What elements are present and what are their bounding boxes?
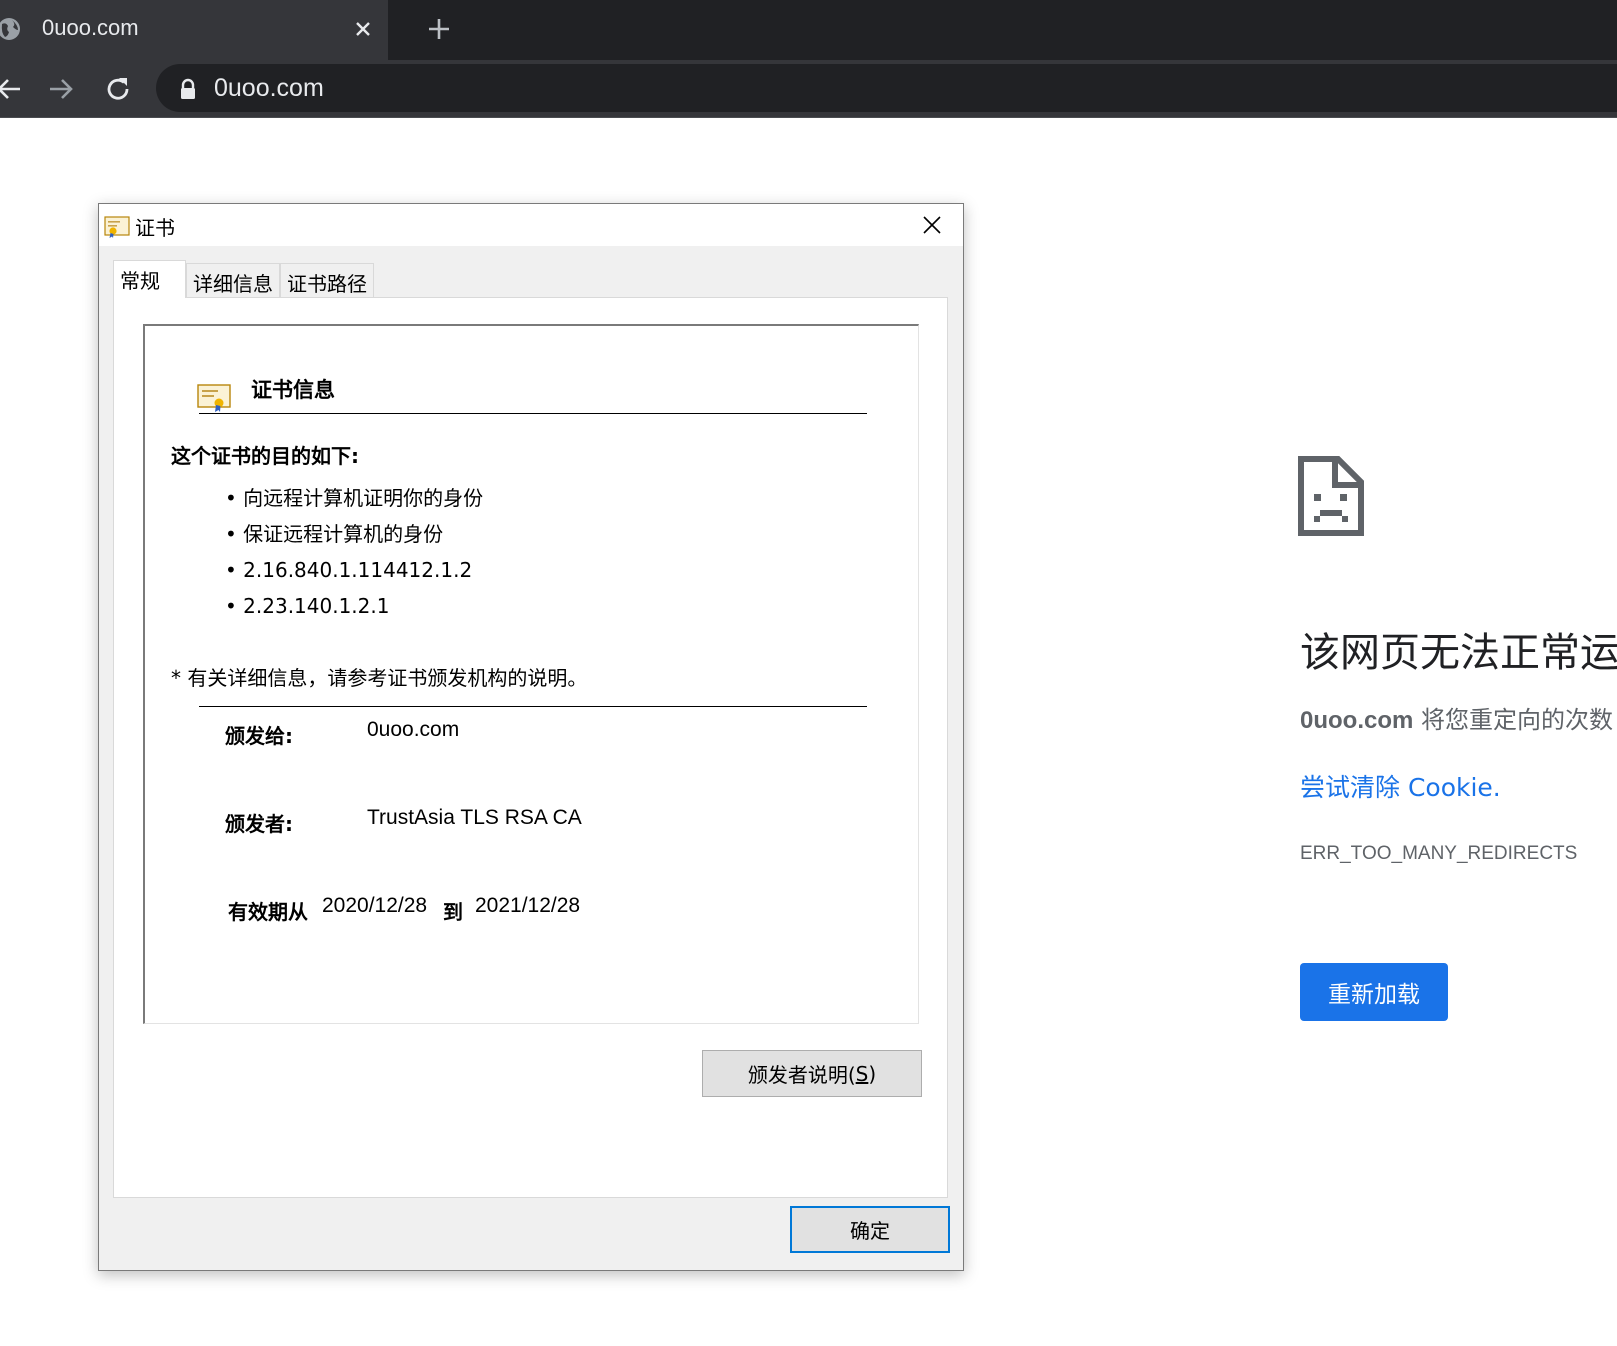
dialog-title: 证书 [135, 216, 175, 240]
issued-by-label: 颁发者: [225, 812, 293, 836]
issuer-statement-accesskey: S [855, 1061, 869, 1086]
issuer-statement-label-end: ) [868, 1061, 877, 1086]
close-icon[interactable] [350, 16, 376, 42]
arrow-left-icon[interactable] [0, 73, 26, 105]
divider [199, 706, 867, 707]
close-icon[interactable] [919, 212, 945, 238]
error-domain: 0uoo.com [1300, 707, 1414, 734]
error-subtitle-text: 将您重定向的次数 [1413, 706, 1613, 734]
tab-panel-general: 证书信息 这个证书的目的如下: 向远程计算机证明你的身份 保证远程计算机的身份 … [113, 297, 948, 1198]
purpose-label: 这个证书的目的如下: [171, 444, 359, 468]
dialog-titlebar[interactable]: 证书 [99, 204, 963, 246]
certificate-icon [104, 216, 130, 238]
tab-strip: 0uoo.com [0, 0, 1617, 60]
certificate-dialog: 证书 常规 详细信息 证书路径 证书信息 这个证书的目的如下: 向远程计算机证明… [98, 203, 964, 1271]
issued-to-value: 0uoo.com [367, 718, 460, 741]
tab-details[interactable]: 详细信息 [186, 263, 280, 297]
issued-to-label: 颁发给: [225, 724, 293, 748]
reload-icon[interactable] [102, 73, 134, 105]
browser-toolbar: 0uoo.com [0, 60, 1617, 118]
certificate-info-box: 证书信息 这个证书的目的如下: 向远程计算机证明你的身份 保证远程计算机的身份 … [143, 324, 919, 1024]
tab-cert-path[interactable]: 证书路径 [280, 263, 374, 297]
clear-cookies-link[interactable]: 尝试清除 Cookie. [1300, 768, 1501, 804]
valid-from-value: 2020/12/28 [322, 894, 428, 917]
plus-icon[interactable] [424, 14, 454, 44]
ok-button[interactable]: 确定 [790, 1206, 950, 1253]
issuer-note: * 有关详细信息，请参考证书颁发机构的说明。 [171, 666, 588, 690]
issuer-statement-label: 颁发者说明( [747, 1063, 856, 1087]
tab-general[interactable]: 常规 [113, 260, 186, 298]
arrow-right-icon[interactable] [44, 73, 76, 105]
lock-icon[interactable] [178, 78, 198, 100]
address-bar[interactable]: 0uoo.com [156, 64, 1617, 112]
info-heading: 证书信息 [251, 378, 335, 402]
purpose-list: 向远程计算机证明你的身份 保证远程计算机的身份 2.16.840.1.11441… [225, 480, 483, 624]
tab-title: 0uoo.com [42, 15, 139, 40]
issuer-statement-button[interactable]: 颁发者说明(S) [702, 1050, 922, 1097]
certificate-icon [197, 384, 231, 412]
divider [199, 413, 867, 414]
sad-page-icon [1298, 456, 1364, 536]
issued-by-value: TrustAsia TLS RSA CA [367, 806, 582, 829]
valid-to-label: 到 [443, 900, 463, 924]
list-item: 2.23.140.1.2.1 [225, 588, 483, 624]
error-title: 该网页无法正常运 [1300, 630, 1617, 676]
list-item: 2.16.840.1.114412.1.2 [225, 552, 483, 588]
error-subtitle: 0uoo.com 将您重定向的次数 [1300, 700, 1613, 735]
browser-tab[interactable]: 0uoo.com [0, 0, 388, 60]
error-code: ERR_TOO_MANY_REDIRECTS [1300, 843, 1578, 864]
url-text: 0uoo.com [214, 74, 324, 102]
list-item: 向远程计算机证明你的身份 [225, 480, 483, 516]
valid-from-label: 有效期从 [228, 900, 308, 924]
valid-to-value: 2021/12/28 [475, 894, 581, 917]
reload-button[interactable]: 重新加载 [1300, 963, 1448, 1021]
list-item: 保证远程计算机的身份 [225, 516, 483, 552]
globe-icon [0, 18, 20, 40]
